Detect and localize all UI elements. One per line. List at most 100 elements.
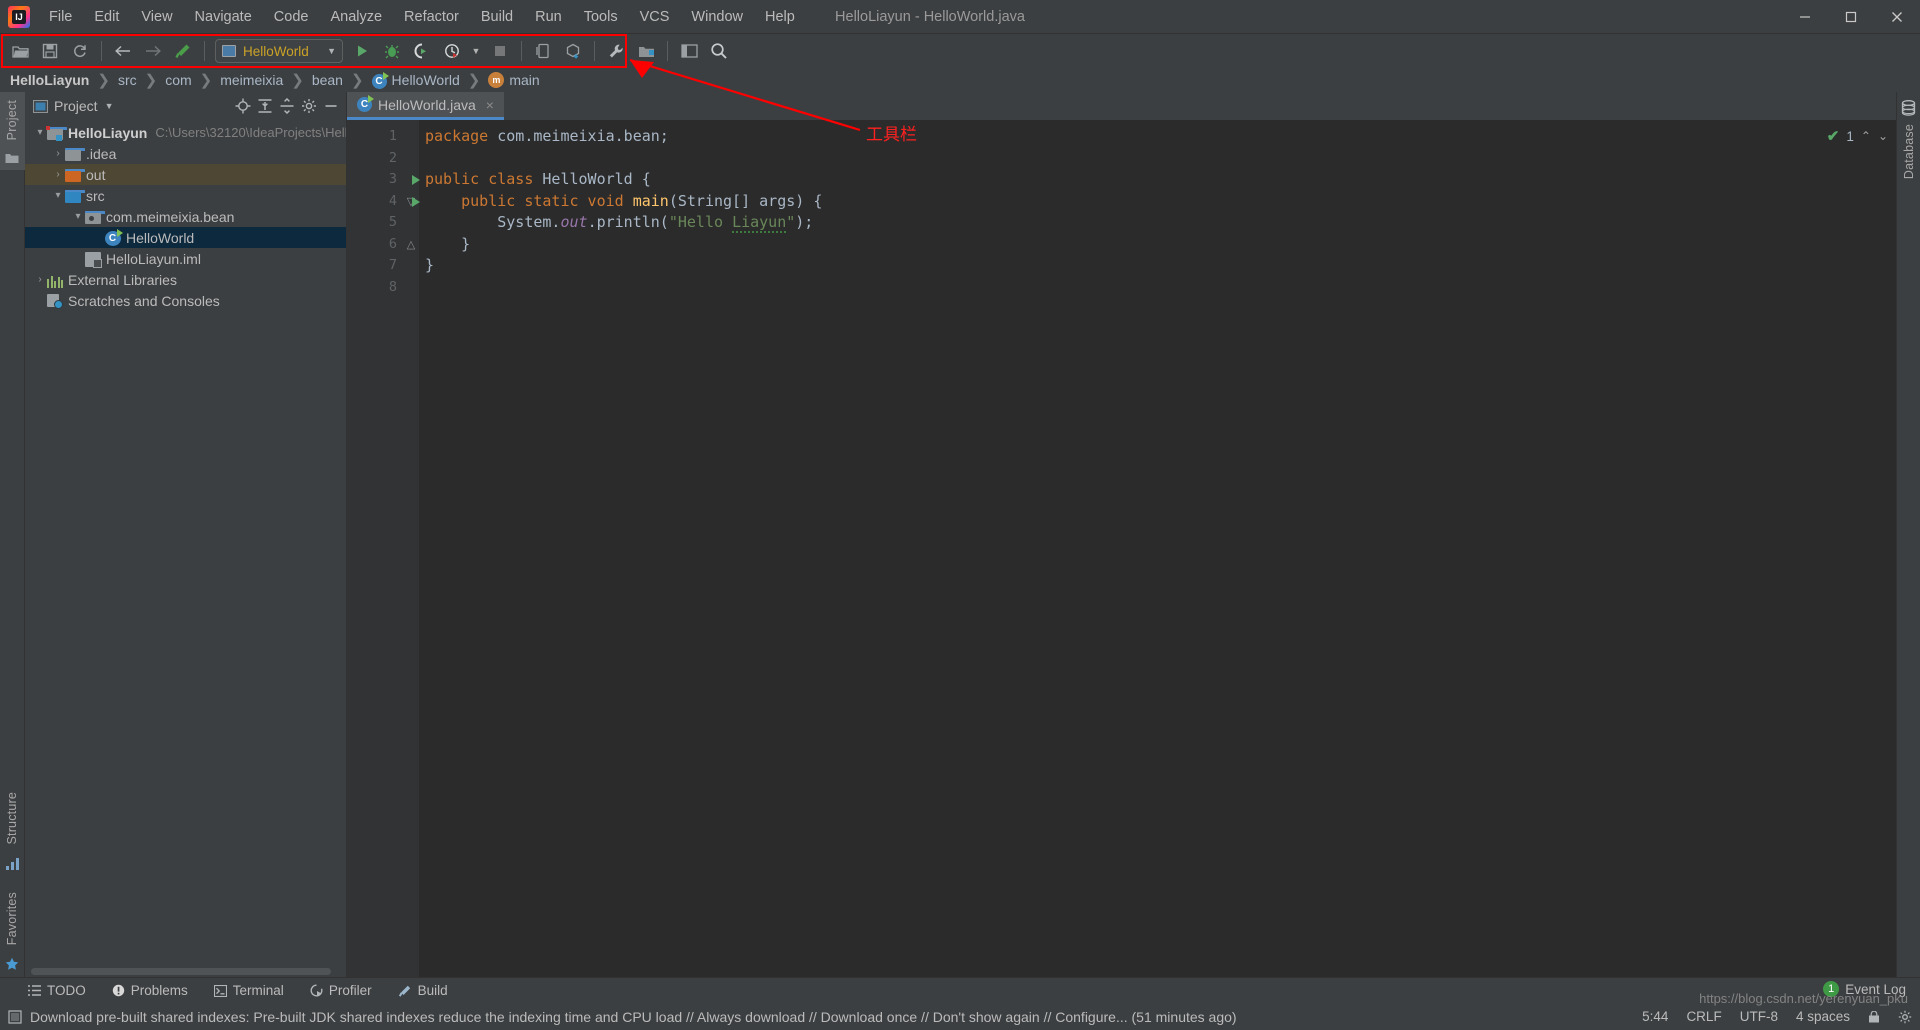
search-everywhere-icon[interactable] [706,38,732,64]
device-manager-icon[interactable] [530,38,556,64]
editor-inspection-gutter[interactable]: ✔ 1 ⌃ ⌄ [1827,120,1896,977]
inspection-gear-icon[interactable] [1898,1010,1912,1024]
menu-code[interactable]: Code [263,0,320,33]
menu-file[interactable]: File [38,0,83,33]
open-folder-icon[interactable] [7,38,33,64]
wrench-icon[interactable] [603,38,629,64]
chevron-down-icon[interactable]: ▼ [105,101,114,111]
tab-helloworld-java[interactable]: HelloWorld.java × [347,92,504,120]
menu-build[interactable]: Build [470,0,524,33]
breadcrumb-item-main[interactable]: main [509,72,539,88]
hide-panel-icon[interactable] [320,95,342,117]
hammer-icon[interactable] [170,38,196,64]
run-gutter-icon[interactable] [412,175,420,185]
gear-icon[interactable] [298,95,320,117]
caret-position[interactable]: 5:44 [1642,1009,1668,1024]
project-tree[interactable]: ▾ HelloLiayun C:\Users\32120\IdeaProject… [25,120,346,966]
sdk-manager-icon[interactable] [560,38,586,64]
tree-row-package[interactable]: ▾ com.meimeixia.bean [25,206,346,227]
breadcrumb-item-project[interactable]: HelloLiayun [10,72,89,88]
chevron-down-icon[interactable]: ▾ [33,127,47,138]
menu-refactor[interactable]: Refactor [393,0,470,33]
chevron-down-icon[interactable]: ⌄ [1878,129,1888,143]
expand-all-icon[interactable] [254,95,276,117]
sidebar-item-structure[interactable]: Structure [5,784,19,853]
minimize-button[interactable] [1782,0,1828,34]
chevron-up-icon[interactable]: ⌃ [1861,129,1871,143]
java-class-icon [371,71,389,89]
run-icon[interactable] [349,38,375,64]
menu-navigate[interactable]: Navigate [184,0,263,33]
tool-window-problems[interactable]: Problems [112,983,188,998]
menu-help[interactable]: Help [754,0,806,33]
tree-row-helloworld[interactable]: HelloWorld [25,227,346,248]
locate-icon[interactable] [232,95,254,117]
refresh-icon[interactable] [67,38,93,64]
status-message[interactable]: Download pre-built shared indexes: Pre-b… [30,1009,1237,1025]
file-encoding[interactable]: UTF-8 [1740,1009,1778,1024]
chevron-right-icon[interactable]: › [33,274,47,285]
sidebar-item-project[interactable]: Project [5,92,19,148]
stop-icon[interactable] [487,38,513,64]
fold-marker-end[interactable]: △ [403,234,419,256]
inspection-widget[interactable]: ✔ 1 ⌃ ⌄ [1827,127,1888,145]
menu-edit[interactable]: Edit [83,0,130,33]
forward-arrow-icon[interactable] [140,38,166,64]
breadcrumb-item-bean[interactable]: bean [312,72,343,88]
profile-icon[interactable] [439,38,465,64]
code-text[interactable]: package com.meimeixia.bean; public class… [419,120,1838,977]
menu-run[interactable]: Run [524,0,573,33]
indent-setting[interactable]: 4 spaces [1796,1009,1850,1024]
back-arrow-icon[interactable] [110,38,136,64]
tree-row-external-libraries[interactable]: › External Libraries [25,269,346,290]
menu-window[interactable]: Window [680,0,754,33]
tree-row-helloliayun[interactable]: ▾ HelloLiayun C:\Users\32120\IdeaProject… [25,122,346,143]
project-structure-icon[interactable] [633,38,659,64]
tree-row-iml[interactable]: HelloLiayun.iml [25,248,346,269]
layout-icon[interactable] [676,38,702,64]
chevron-down-icon: ▼ [471,46,481,56]
tool-window-todo[interactable]: TODO [28,983,86,998]
menu-tools[interactable]: Tools [573,0,629,33]
breadcrumb-item-src[interactable]: src [118,72,137,88]
editor-fold-column[interactable]: ▽ △ [403,120,419,977]
save-icon[interactable] [37,38,63,64]
tool-window-profiler[interactable]: Profiler [310,983,372,998]
chevron-right-icon[interactable]: › [51,169,65,180]
tree-row-src[interactable]: ▾ src [25,185,346,206]
menu-view[interactable]: View [130,0,183,33]
breadcrumb-item-com[interactable]: com [165,72,191,88]
tool-window-build[interactable]: Build [398,983,448,998]
close-button[interactable] [1874,0,1920,34]
tool-window-terminal[interactable]: Terminal [213,983,284,998]
menu-analyze[interactable]: Analyze [319,0,393,33]
menu-vcs[interactable]: VCS [629,0,681,33]
run-gutter-icon[interactable] [412,196,420,207]
chevron-down-icon[interactable]: ▾ [51,190,65,201]
code-editor[interactable]: 1 2 3 4 5 6 7 8 ▽ △ package com.meimeixi… [347,120,1896,977]
run-with-coverage-icon[interactable] [409,38,435,64]
profile-dropdown-icon[interactable]: ▼ [469,38,483,64]
breadcrumb-item-meimeixia[interactable]: meimeixia [220,72,283,88]
sidebar-item-database[interactable]: Database [1902,116,1916,185]
read-only-icon[interactable] [1868,1010,1880,1023]
project-tree-hscrollbar[interactable] [25,966,346,977]
breadcrumb-item-helloworld[interactable]: HelloWorld [392,72,460,88]
editor-gutter[interactable]: 1 2 3 4 5 6 7 8 [347,120,420,977]
line-number: 6 [388,235,397,252]
chevron-down-icon[interactable]: ▾ [71,211,85,222]
chevron-right-icon[interactable]: › [51,148,65,159]
debug-icon[interactable] [379,38,405,64]
line-separator[interactable]: CRLF [1686,1009,1721,1024]
tree-row-out[interactable]: › out [25,164,346,185]
main-body: Project Structure Favorites Project ▼ ▾ … [0,92,1920,977]
close-icon[interactable]: × [486,97,494,113]
tree-row-scratches[interactable]: Scratches and Consoles [25,290,346,311]
maximize-button[interactable] [1828,0,1874,34]
tree-row-idea[interactable]: › .idea [25,143,346,164]
run-configuration-selector[interactable]: HelloWorld ▼ [215,39,343,63]
scrollbar-thumb[interactable] [31,968,331,975]
notification-icon[interactable] [8,1009,22,1024]
sidebar-item-favorites[interactable]: Favorites [5,884,19,953]
collapse-all-icon[interactable] [276,95,298,117]
